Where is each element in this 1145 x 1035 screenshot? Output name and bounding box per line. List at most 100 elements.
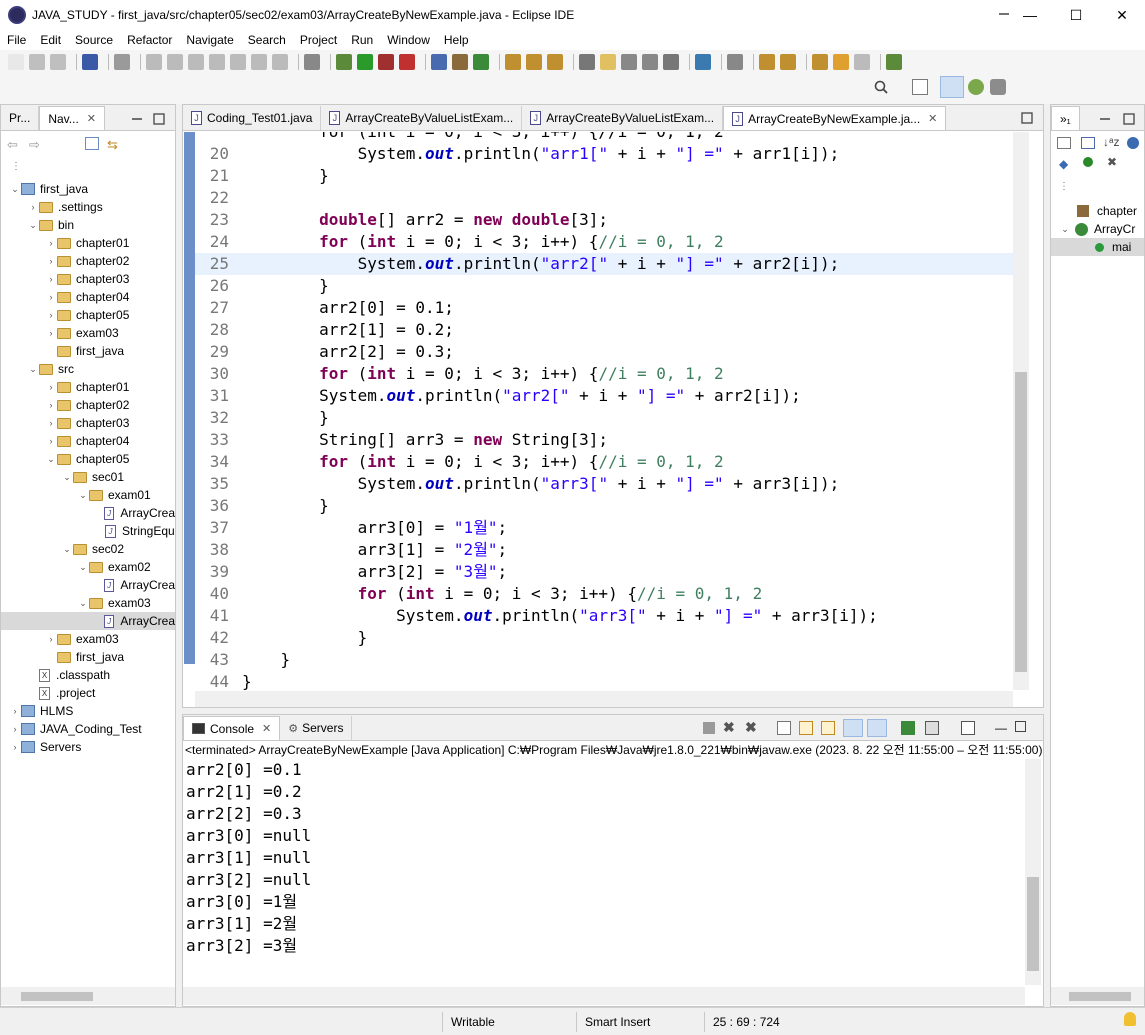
tree-item[interactable]: ⌄ sec02 bbox=[1, 540, 175, 558]
tab-servers[interactable]: ⚙ Servers bbox=[280, 716, 353, 740]
next-annotation-icon[interactable] bbox=[759, 54, 775, 70]
view-menu-icon[interactable]: ⋮ bbox=[11, 161, 21, 172]
tree-item[interactable]: ⌄ bin bbox=[1, 216, 175, 234]
menu-window[interactable]: Window bbox=[380, 33, 437, 47]
chevron-down-icon[interactable]: ⌄ bbox=[61, 468, 73, 486]
console-output[interactable]: arr2[0] =0.1 arr2[1] =0.2 arr2[2] =0.3 arr3… bbox=[186, 759, 1022, 985]
tree-item[interactable]: › chapter05 bbox=[1, 306, 175, 324]
tree-item[interactable]: › chapter03 bbox=[1, 414, 175, 432]
display-console-icon[interactable] bbox=[925, 721, 939, 735]
tree-item[interactable]: › chapter02 bbox=[1, 252, 175, 270]
editor-tab[interactable]: J ArrayCreateByValueListExam... bbox=[321, 106, 523, 130]
menu-edit[interactable]: Edit bbox=[33, 33, 68, 47]
tree-item[interactable]: ⌄ sec01 bbox=[1, 468, 175, 486]
hide-nonpublic-icon[interactable] bbox=[1083, 157, 1093, 167]
chevron-right-icon[interactable]: › bbox=[45, 270, 57, 288]
edit-perspective-icon[interactable] bbox=[886, 54, 902, 70]
menu-run[interactable]: Run bbox=[344, 33, 380, 47]
tree-item[interactable]: › chapter01 bbox=[1, 234, 175, 252]
close-icon[interactable]: ✕ bbox=[87, 112, 96, 125]
collapse-outline-icon[interactable] bbox=[1057, 137, 1071, 149]
open-task-icon[interactable] bbox=[526, 54, 542, 70]
chevron-right-icon[interactable]: › bbox=[45, 324, 57, 342]
hide-local-types-icon[interactable]: ✖ bbox=[1107, 155, 1117, 169]
save-icon[interactable] bbox=[29, 54, 45, 70]
open-type-icon[interactable] bbox=[505, 54, 521, 70]
tree-item[interactable]: X .classpath bbox=[1, 666, 175, 684]
remove-all-icon[interactable]: ✖ bbox=[745, 719, 757, 736]
new-java-project-icon[interactable] bbox=[431, 54, 447, 70]
back-nav-icon[interactable] bbox=[833, 54, 849, 70]
tree-item[interactable]: J ArrayCrea bbox=[1, 576, 175, 594]
open-console-icon[interactable] bbox=[961, 721, 975, 735]
tree-item[interactable]: › .settings bbox=[1, 198, 175, 216]
outline-item[interactable]: ⌄ ArrayCr bbox=[1051, 220, 1144, 238]
disconnect-icon[interactable] bbox=[209, 54, 225, 70]
chevron-right-icon[interactable]: › bbox=[45, 396, 57, 414]
back-icon[interactable]: ⇦ bbox=[7, 137, 18, 153]
editor-horizontal-scrollbar[interactable] bbox=[195, 691, 1013, 707]
maximize-button[interactable]: ☐ bbox=[1053, 0, 1099, 30]
minimize-editor-icon[interactable] bbox=[998, 8, 1010, 20]
tree-item[interactable]: › Servers bbox=[1, 738, 175, 756]
show-whitespace-icon[interactable] bbox=[642, 54, 658, 70]
menu-project[interactable]: Project bbox=[293, 33, 344, 47]
menu-file[interactable]: File bbox=[0, 33, 33, 47]
chevron-down-icon[interactable]: ⌄ bbox=[27, 360, 39, 378]
maximize-editor-icon[interactable] bbox=[1021, 112, 1033, 124]
minimize-console-icon[interactable]: — bbox=[995, 721, 1007, 735]
chevron-right-icon[interactable]: › bbox=[45, 252, 57, 270]
chevron-right-icon[interactable]: › bbox=[45, 306, 57, 324]
block-selection-icon[interactable] bbox=[621, 54, 637, 70]
tree-item[interactable]: › exam03 bbox=[1, 630, 175, 648]
annotation-icon[interactable] bbox=[579, 54, 595, 70]
step-over-icon[interactable] bbox=[251, 54, 267, 70]
chevron-down-icon[interactable]: ⌄ bbox=[77, 558, 89, 576]
tree-item[interactable]: › chapter04 bbox=[1, 432, 175, 450]
step-return-icon[interactable] bbox=[272, 54, 288, 70]
chevron-right-icon[interactable]: › bbox=[27, 198, 39, 216]
paragraph-icon[interactable] bbox=[663, 54, 679, 70]
chevron-down-icon[interactable]: ⌄ bbox=[61, 540, 73, 558]
menu-source[interactable]: Source bbox=[68, 33, 120, 47]
minimize-button[interactable]: — bbox=[1007, 0, 1053, 30]
tree-item[interactable]: › chapter01 bbox=[1, 378, 175, 396]
link-editor-icon[interactable]: ⇆ bbox=[107, 137, 118, 153]
editor-tab[interactable]: J ArrayCreateByNewExample.ja... ✕ bbox=[723, 106, 947, 130]
chevron-right-icon[interactable]: › bbox=[45, 288, 57, 306]
external-tools-icon[interactable] bbox=[399, 54, 415, 70]
minimize-outline-icon[interactable] bbox=[1099, 113, 1111, 125]
word-wrap-icon[interactable] bbox=[821, 721, 835, 735]
chevron-down-icon[interactable]: ⌄ bbox=[27, 216, 39, 234]
debug-icon[interactable] bbox=[336, 54, 352, 70]
new-package-icon[interactable] bbox=[452, 54, 468, 70]
pin-console-icon[interactable] bbox=[901, 721, 915, 735]
outline-item[interactable]: chapter bbox=[1051, 202, 1144, 220]
chevron-right-icon[interactable]: › bbox=[9, 720, 21, 738]
close-icon[interactable]: ✕ bbox=[928, 112, 937, 125]
chevron-down-icon[interactable]: ⌄ bbox=[9, 180, 21, 198]
skip-breakpoints-icon[interactable] bbox=[114, 54, 130, 70]
resume-icon[interactable] bbox=[146, 54, 162, 70]
console-vertical-scrollbar[interactable] bbox=[1025, 759, 1041, 985]
tree-item[interactable]: ⌄ exam03 bbox=[1, 594, 175, 612]
scroll-lock-icon[interactable] bbox=[799, 721, 813, 735]
web-browser-icon[interactable] bbox=[695, 54, 711, 70]
run-icon[interactable] bbox=[357, 54, 373, 70]
prev-annotation-icon[interactable] bbox=[780, 54, 796, 70]
chevron-right-icon[interactable]: › bbox=[45, 432, 57, 450]
sort-icon[interactable]: ↓ᵃz bbox=[1103, 135, 1119, 149]
console-horizontal-scrollbar[interactable] bbox=[183, 987, 1025, 1005]
tree-item[interactable]: first_java bbox=[1, 648, 175, 666]
tree-item[interactable]: › chapter02 bbox=[1, 396, 175, 414]
tree-item[interactable]: ⌄ exam02 bbox=[1, 558, 175, 576]
chevron-right-icon[interactable]: › bbox=[45, 630, 57, 648]
show-on-error-icon[interactable] bbox=[867, 719, 887, 737]
chevron-right-icon[interactable]: › bbox=[9, 702, 21, 720]
tree-item[interactable]: J StringEqu bbox=[1, 522, 175, 540]
horizontal-scrollbar[interactable] bbox=[1, 987, 175, 1005]
menu-search[interactable]: Search bbox=[241, 33, 293, 47]
git-perspective-icon[interactable] bbox=[990, 79, 1006, 95]
new-class-icon[interactable] bbox=[473, 54, 489, 70]
tree-item[interactable]: ⌄ exam01 bbox=[1, 486, 175, 504]
